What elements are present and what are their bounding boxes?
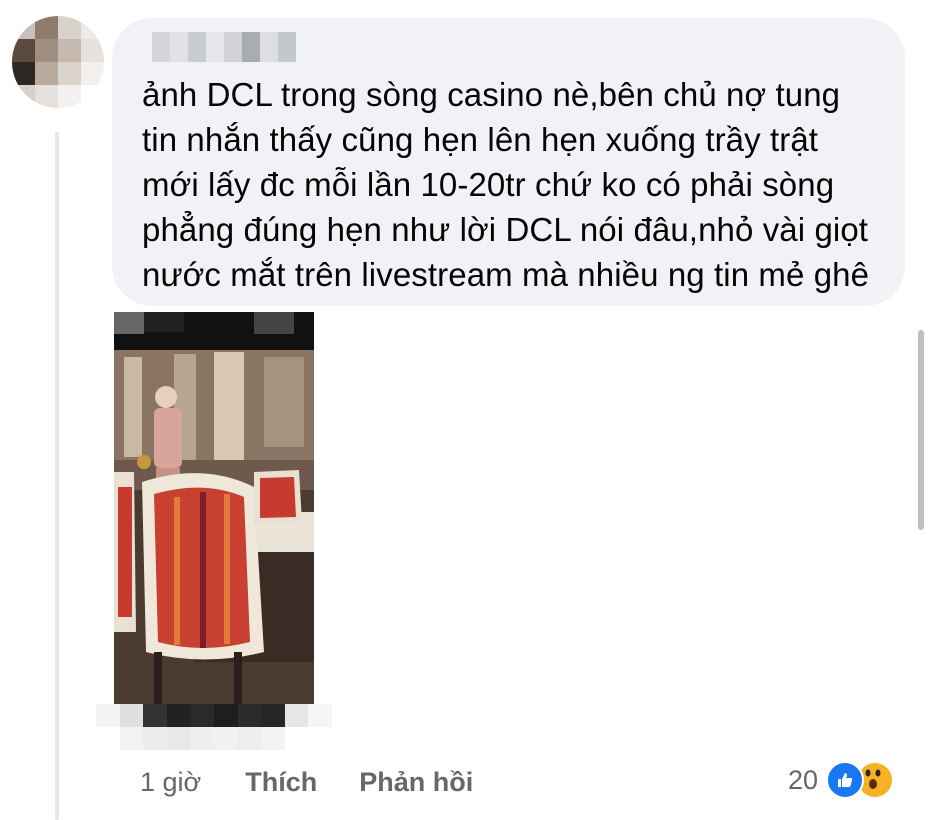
comment-bubble: ảnh DCL trong sòng casino nè,bên chủ nợ … <box>112 18 905 306</box>
photo-caption-blurred <box>96 704 332 750</box>
reply-button[interactable]: Phản hồi <box>359 767 473 798</box>
comment-actions: 1 giờ Thích Phản hồi <box>140 762 515 802</box>
commenter-avatar[interactable] <box>12 16 104 108</box>
comment-line: ảnh DCL trong sòng casino nè,bên chủ nợ … <box>142 76 841 113</box>
comment-text: ảnh DCL trong sòng casino nè,bên chủ nợ … <box>142 72 882 297</box>
comment-line: tin nhắn thấy cũng hẹn lên hẹn xuống trầ… <box>142 121 819 158</box>
comment-timestamp[interactable]: 1 giờ <box>140 767 201 798</box>
comment-line: mới lấy đc mỗi lần 10-20tr chứ ko có phả… <box>142 166 835 203</box>
like-button[interactable]: Thích <box>245 767 317 798</box>
reaction-summary[interactable]: 20 <box>788 760 895 800</box>
like-icon <box>826 761 865 799</box>
attached-photo[interactable] <box>114 312 314 704</box>
comment-line: phẳng đúng hẹn như lời DCL nói đâu,nhỏ v… <box>142 211 869 248</box>
comment-line: nước mắt trên livestream mà nhiều ng tin… <box>142 256 870 293</box>
scrollbar-thumb[interactable] <box>918 330 924 530</box>
reaction-count: 20 <box>788 764 819 795</box>
commenter-name-blurred[interactable] <box>152 32 296 62</box>
reply-thread-line <box>55 132 59 820</box>
